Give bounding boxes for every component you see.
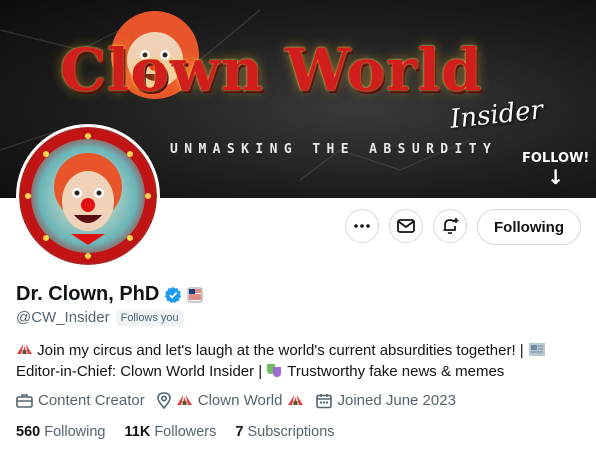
theater-masks-icon [267,364,282,377]
envelope-icon [397,219,415,233]
location-item: Clown World [156,392,305,409]
affiliate-badge-icon[interactable] [187,287,203,303]
arrow-down-icon: ↓ [547,165,565,189]
circus-tent-icon [176,392,192,406]
display-name: Dr. Clown, PhD [16,283,160,305]
joined-item: Joined June 2023 [316,392,456,409]
joined-label: Joined June 2023 [337,392,456,409]
subscriptions-label: Subscriptions [247,424,335,440]
circus-tent-icon [17,341,32,355]
location-label: Clown World [197,392,283,409]
followers-count: 11K [124,424,151,440]
verified-badge-icon[interactable] [164,286,182,304]
name-row: Dr. Clown, PhD [16,283,203,306]
bio-line-2a: Editor-in-Chief: Clown World Insider | [16,363,263,380]
handle-row: @CW_Insider Follows you [16,309,184,326]
banner-title: Clown World [60,36,483,104]
banner-follow-text: FOLLOW! [522,151,590,166]
location-pin-icon [156,392,171,409]
following-count: 560 [16,424,41,440]
bio-line-2b: Trustworthy fake news & memes [287,363,505,380]
handle: @CW_Insider [16,309,110,326]
profile-meta: Content Creator Clown World Joined June … [16,392,468,409]
banner-follow-callout: FOLLOW! ↓ [522,152,589,187]
followers-label: Followers [154,424,217,440]
profile-stats: 560 Following 11K Followers 7 Subscripti… [16,424,354,440]
subscriptions-stat-link[interactable]: 7 Subscriptions [235,424,334,440]
following-label: Following [44,424,106,440]
clown-avatar-image [19,127,157,265]
follows-you-badge: Follows you [115,309,184,326]
notifications-button[interactable] [433,209,467,243]
avatar[interactable] [16,124,160,268]
following-stat-link[interactable]: 560 Following [16,424,105,440]
bio-line-1: Join my circus and let's laugh at the wo… [37,342,524,359]
subscriptions-count: 7 [235,424,244,440]
followers-stat-link[interactable]: 11K Followers [124,424,216,440]
more-button[interactable] [345,209,379,243]
more-icon [354,224,370,228]
briefcase-icon [16,394,33,408]
category-label: Content Creator [38,392,145,409]
following-button[interactable]: Following [477,209,581,245]
banner-tagline: UNMASKING THE ABSURDITY [170,142,498,157]
calendar-icon [316,393,333,408]
message-button[interactable] [389,209,423,243]
newspaper-icon [528,343,545,356]
category-item: Content Creator [16,392,145,409]
bell-plus-icon [443,218,459,234]
circus-tent-icon [288,392,304,406]
bio: Join my circus and let's laugh at the wo… [16,340,576,382]
